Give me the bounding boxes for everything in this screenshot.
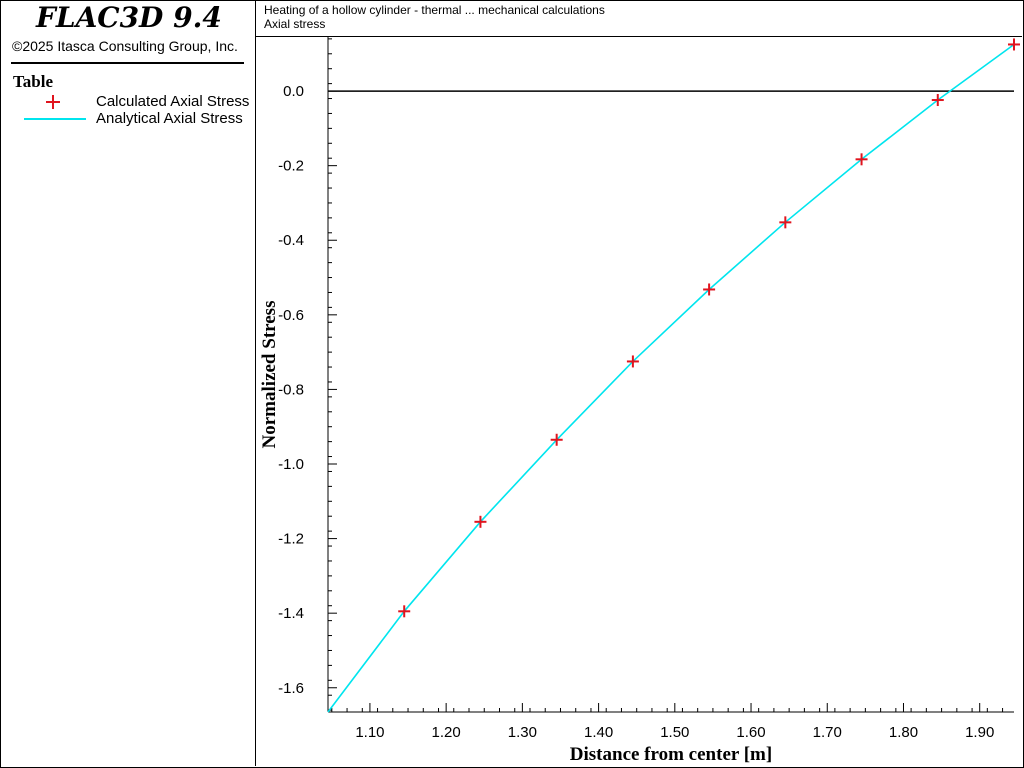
x-tick-label: 1.80 (889, 724, 918, 741)
y-tick-label: -0.2 (278, 158, 304, 175)
y-tick-label: -1.0 (278, 456, 304, 473)
data-point-calculated (1008, 38, 1020, 51)
y-tick-label: -1.6 (278, 680, 304, 697)
x-tick-label: 1.70 (813, 724, 842, 741)
x-axis: 1.10 1.20 1.30 1.40 1.50 1.60 1.70 1.80 1.90 (328, 703, 1014, 741)
x-tick-label: 1.40 (584, 724, 613, 741)
x-tick-label: 1.10 (355, 724, 384, 741)
x-axis-title: Distance from center [m] (570, 744, 772, 765)
series-line-analytical (327, 43, 1015, 713)
axial-stress-chart: 0.0 -0.2 -0.4 -0.6 -0.8 -1.0 -1.2 -1.4 -1.6 1.10… (259, 37, 1020, 765)
y-tick-label: -0.4 (278, 232, 304, 249)
y-tick-label: -0.8 (278, 381, 304, 398)
x-tick-label: 1.90 (965, 724, 994, 741)
x-tick-label: 1.60 (736, 724, 765, 741)
y-tick-label: 0.0 (283, 83, 304, 100)
x-tick-label: 1.50 (660, 724, 689, 741)
y-tick-label: -0.6 (278, 307, 304, 324)
x-tick-label: 1.20 (432, 724, 461, 741)
y-tick-label: -1.2 (278, 531, 304, 548)
y-axis-title: Normalized Stress (259, 301, 280, 449)
x-tick-label: 1.30 (508, 724, 537, 741)
series-layer (327, 38, 1020, 713)
y-axis: 0.0 -0.2 -0.4 -0.6 -0.8 -1.0 -1.2 -1.4 -1.6 (278, 37, 337, 712)
y-tick-label: -1.4 (278, 605, 304, 622)
